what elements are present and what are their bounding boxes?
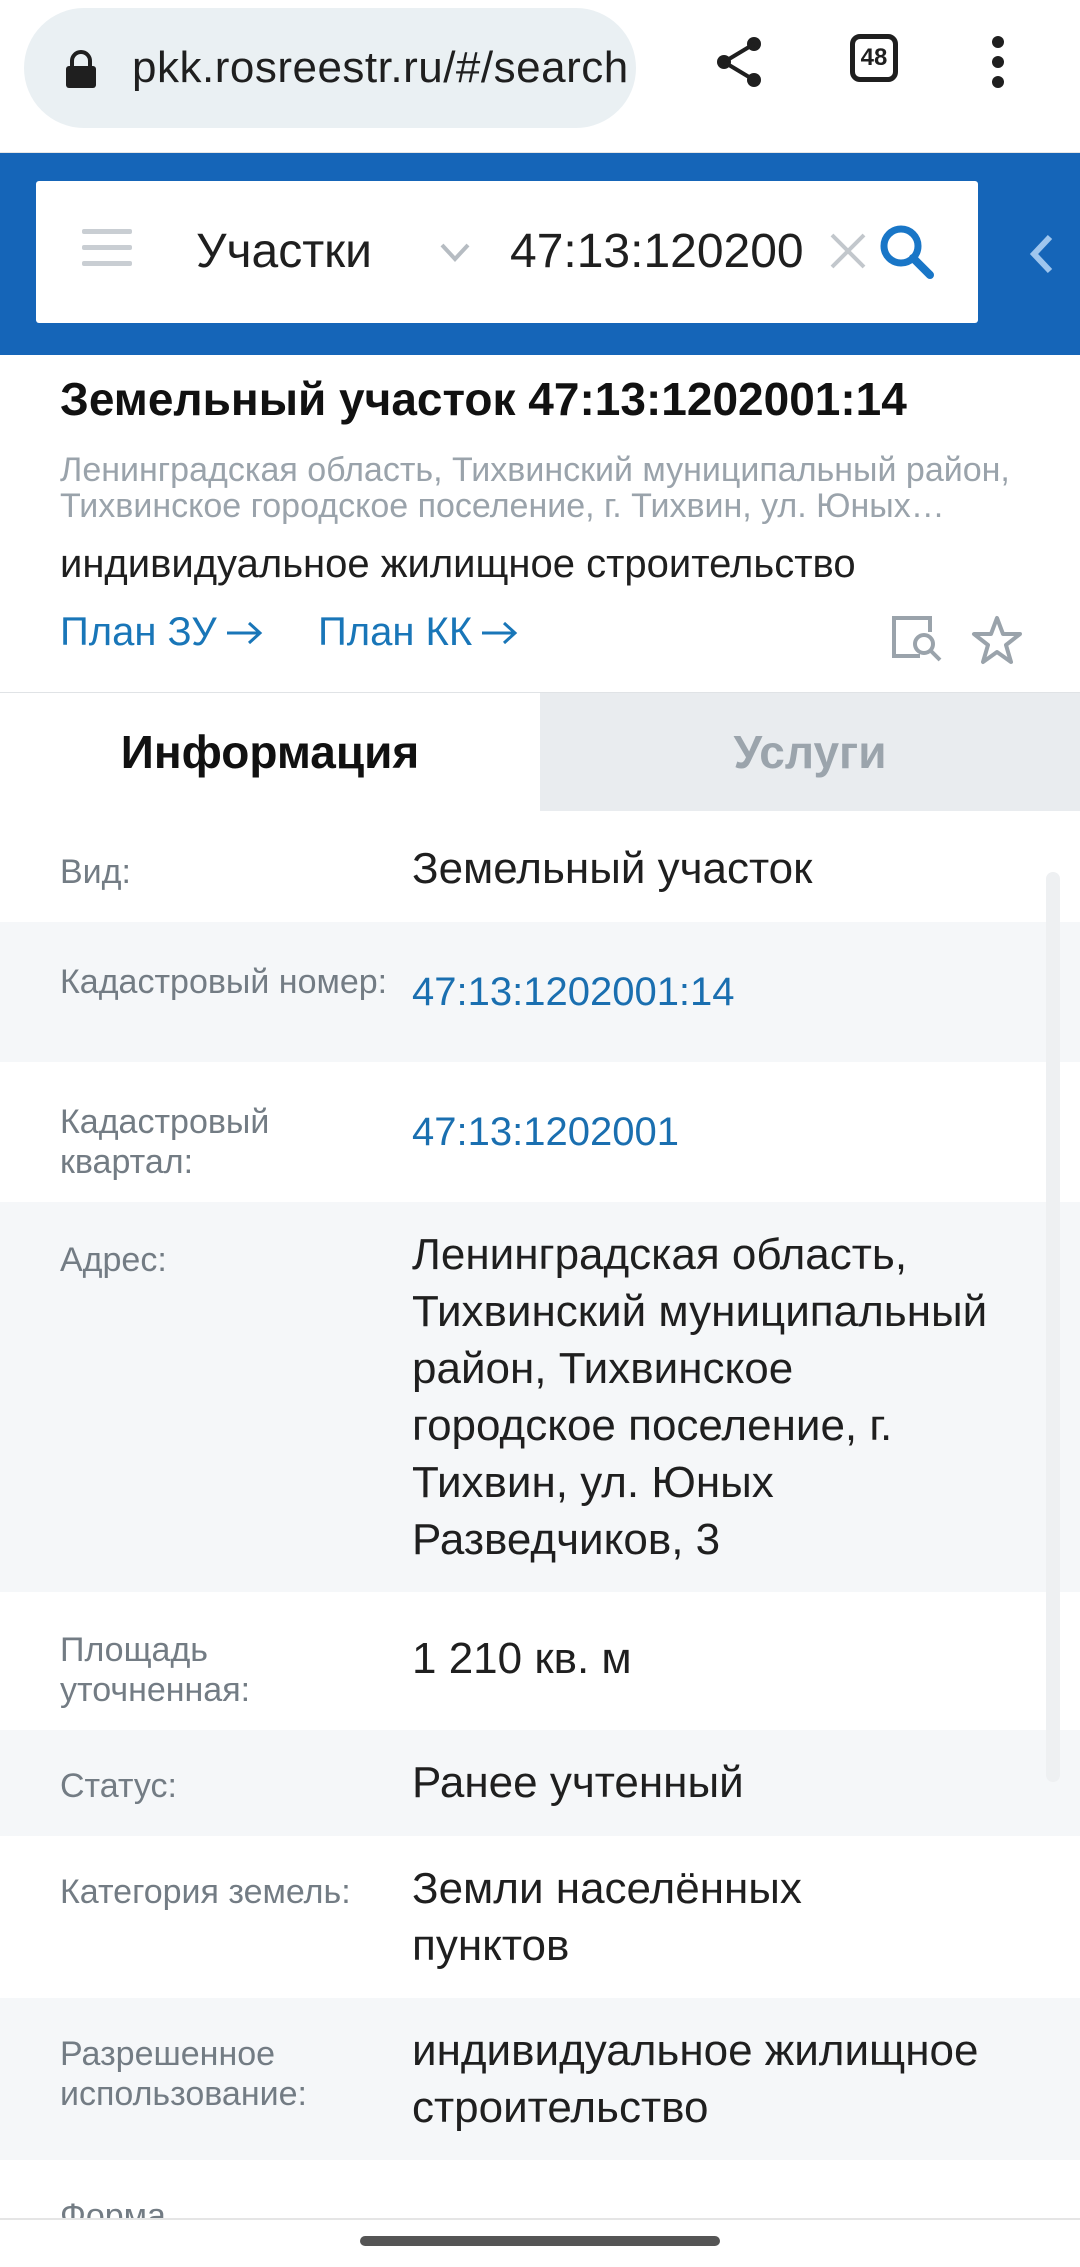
share-icon[interactable] [708, 30, 772, 94]
plan-zu-link[interactable]: План ЗУ [60, 610, 265, 655]
browser-toolbar: pkk.rosreestr.ru/#/search/ 48 [0, 0, 1080, 154]
divider [0, 2218, 1080, 2220]
category-select[interactable]: Участки [196, 181, 372, 323]
tab-information[interactable]: Информация [0, 693, 540, 811]
detail-row-type: Вид: Земельный участок [0, 814, 1080, 922]
detail-row-status: Статус: Ранее учтенный [0, 1730, 1080, 1836]
detail-value: Ранее учтенный [412, 1758, 744, 1807]
detail-value: Земли населённых пунктов [412, 1864, 802, 1970]
search-icon[interactable] [876, 221, 936, 281]
detail-label: Разрешенное использование: [60, 2035, 307, 2113]
plan-kk-link[interactable]: План КК [318, 610, 520, 655]
tab-bar: Информация Услуги [0, 692, 1080, 811]
cadastral-quarter-link[interactable]: 47:13:1202001 [412, 1104, 1012, 1161]
search-input[interactable]: 47:13:1202001:14 [510, 181, 802, 323]
more-vert-icon[interactable] [966, 30, 1030, 94]
star-icon[interactable] [970, 614, 1024, 668]
detail-value: индивидуальное жилищное строительство [412, 2026, 979, 2132]
detail-label: Кадастровый номер: [60, 963, 388, 1001]
search-header: Участки 47:13:1202001:14 [0, 153, 1080, 355]
clear-icon[interactable] [826, 229, 870, 273]
detail-label: Адрес: [60, 1241, 167, 1279]
detail-value: 1 210 кв. м [412, 1634, 632, 1683]
document-search-icon[interactable] [890, 612, 944, 666]
detail-row-permitted-use: Разрешенное использование: индивидуально… [0, 1998, 1080, 2160]
detail-row-land-category: Категория земель: Земли населённых пункт… [0, 1836, 1080, 1998]
plan-zu-label: План ЗУ [60, 610, 217, 654]
detail-row-area: Площадь уточненная: 1 210 кв. м [0, 1592, 1080, 1730]
detail-value: Земельный участок [412, 844, 813, 893]
detail-row-address: Адрес: Ленинградская область, Тихвинский… [0, 1202, 1080, 1592]
cadastral-number-link[interactable]: 47:13:1202001:14 [412, 964, 1012, 1021]
scrollbar[interactable] [1046, 872, 1060, 1782]
search-box: Участки 47:13:1202001:14 [36, 181, 978, 323]
detail-label: Вид: [60, 853, 131, 891]
menu-icon[interactable] [82, 229, 132, 267]
collapse-panel-icon[interactable] [1022, 229, 1062, 279]
arrow-right-icon [226, 621, 262, 644]
card-purpose: индивидуальное жилищное строительство [60, 542, 856, 586]
address-bar[interactable]: pkk.rosreestr.ru/#/search/ [24, 8, 636, 128]
plan-kk-label: План КК [318, 610, 473, 654]
detail-label: Статус: [60, 1767, 177, 1805]
tab-switcher-button[interactable]: 48 [846, 30, 910, 94]
detail-label: Площадь уточненная: [60, 1631, 251, 1709]
detail-label: Категория земель: [60, 1873, 351, 1911]
details-list: Вид: Земельный участок Кадастровый номер… [0, 814, 1080, 2240]
detail-row-cadastral-quarter: Кадастровый квартал: 47:13:1202001 [0, 1062, 1080, 1202]
detail-label: Кадастровый квартал: [60, 1103, 270, 1181]
detail-value: Ленинградская область, Тихвинский муници… [412, 1230, 988, 1564]
tab-count: 48 [850, 34, 898, 82]
url-text: pkk.rosreestr.ru/#/search/ [132, 43, 628, 92]
home-indicator[interactable] [360, 2236, 720, 2246]
lock-icon [66, 50, 96, 88]
card-title: Земельный участок 47:13:1202001:14 [60, 373, 907, 425]
arrow-right-icon [482, 621, 518, 644]
card-address: Ленинградская область, Тихвинский муници… [60, 452, 1010, 524]
chevron-down-icon[interactable] [438, 237, 472, 267]
tab-services[interactable]: Услуги [540, 693, 1080, 811]
detail-row-cadastral-number: Кадастровый номер: 47:13:1202001:14 [0, 922, 1080, 1062]
